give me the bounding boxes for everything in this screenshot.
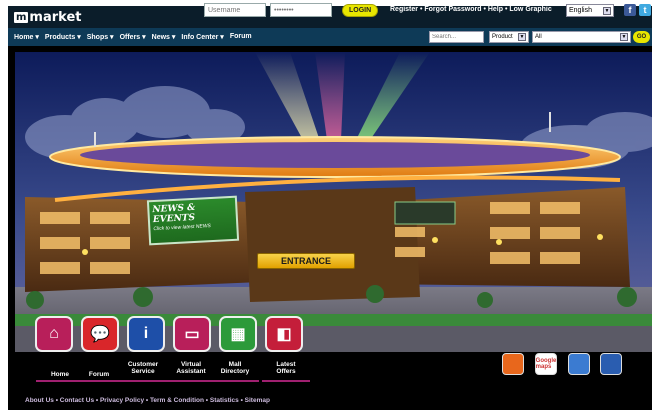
nav-underline [119, 380, 167, 382]
bottom-icon-nav: ⌂ 💬 i ▭ ▦ ◧ [35, 316, 303, 352]
shopping-bag-icon[interactable]: ◧ [265, 316, 303, 352]
news-events-sign[interactable]: NEWS & EVENTS Click to view latest NEWS [146, 195, 240, 246]
top-links[interactable]: Register • Forgot Password • Help • Low … [390, 6, 552, 13]
chevron-down-icon: ▼ [603, 6, 611, 15]
search-input[interactable] [429, 31, 484, 43]
main-nav: Home ▾ Products ▾ Shops ▾ Offers ▾ News ▾ Inf… [14, 33, 258, 41]
mall-illustration [15, 52, 652, 352]
login-area: LOGIN [204, 3, 379, 17]
scope-value: All [535, 34, 542, 40]
page: m market LOGIN Register • Forgot Passwor… [0, 0, 658, 410]
footer: About Us • Contact Us • Privacy Policy •… [8, 383, 652, 410]
logo-text: market [29, 9, 82, 25]
username-input[interactable] [204, 3, 266, 17]
language-value: English [569, 7, 592, 14]
nav-item-forum[interactable]: Forum [230, 33, 252, 41]
nav-underline [211, 380, 259, 382]
nav-item-offers[interactable]: Offers ▾ [120, 33, 146, 41]
nav-bar: Home ▾ Products ▾ Shops ▾ Offers ▾ News ▾ Inf… [8, 28, 652, 46]
logo[interactable]: m market [14, 10, 81, 25]
facebook-icon[interactable]: f [624, 4, 636, 16]
twitter-icon[interactable]: t [639, 4, 651, 16]
scope-select[interactable]: All ▼ [532, 31, 631, 43]
go-button[interactable]: GO [633, 31, 650, 43]
bottom-nav-label[interactable]: Latest Offers [266, 361, 306, 375]
bottom-nav-label[interactable]: Mall Directory [215, 361, 255, 375]
language-select[interactable]: English ▼ [566, 4, 614, 17]
bottom-nav-label[interactable]: Virtual Assistant [171, 361, 211, 375]
nav-underline [262, 380, 310, 382]
bottom-nav-labels: Home Forum Customer Service Virtual Assista… [0, 358, 658, 382]
nav-underline [167, 380, 215, 382]
footer-links[interactable]: About Us • Contact Us • Privacy Policy •… [25, 397, 270, 404]
nav-item-info-center[interactable]: Info Center ▾ [181, 33, 223, 41]
home-icon[interactable]: ⌂ [35, 316, 73, 352]
login-button[interactable]: LOGIN [342, 3, 379, 17]
info-icon[interactable]: i [127, 316, 165, 352]
nav-item-shops[interactable]: Shops ▾ [87, 33, 114, 41]
category-value: Product [492, 34, 513, 40]
nav-item-news[interactable]: News ▾ [152, 33, 176, 41]
nav-item-home[interactable]: Home ▾ [14, 33, 39, 41]
chevron-down-icon: ▼ [620, 33, 628, 41]
nav-item-products[interactable]: Products ▾ [45, 33, 81, 41]
entrance-sign[interactable]: ENTRANCE [257, 253, 355, 269]
chat-bubble-icon[interactable]: 💬 [81, 316, 119, 352]
google-maps-icon[interactable]: Google maps [535, 353, 557, 375]
chevron-down-icon: ▼ [518, 33, 526, 41]
map-icon[interactable]: ▦ [219, 316, 257, 352]
news-sign-title: NEWS & EVENTS [152, 202, 196, 226]
monitor-icon[interactable]: ▭ [173, 316, 211, 352]
bottom-nav-label[interactable]: Customer Service [123, 361, 163, 375]
globe-icon[interactable] [600, 353, 622, 375]
bottom-nav-label[interactable]: Home [40, 371, 80, 378]
password-input[interactable] [270, 3, 332, 17]
category-select[interactable]: Product ▼ [489, 31, 529, 43]
bottom-nav-label[interactable]: Forum [79, 371, 119, 378]
logo-mark: m [14, 11, 29, 23]
nav-underline [75, 380, 123, 382]
blog-icon[interactable] [502, 353, 524, 375]
camera-icon[interactable] [568, 353, 590, 375]
mall-scene[interactable] [15, 52, 652, 352]
